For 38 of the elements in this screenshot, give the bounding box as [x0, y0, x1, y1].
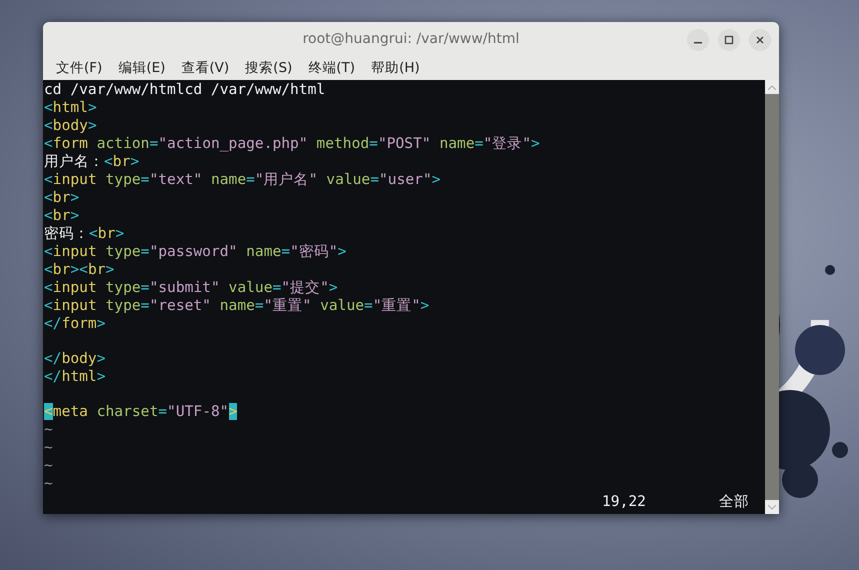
code-line: <input type="submit" value="提交"> [44, 279, 339, 297]
minimize-button[interactable] [687, 29, 709, 51]
code-line: <br> [44, 207, 80, 225]
code-line: <br><br> [44, 261, 116, 279]
code-line: <meta charset="UTF-8"> [44, 403, 238, 421]
menu-item[interactable]: 文件(F) [48, 57, 110, 79]
menu-item[interactable]: 搜索(S) [237, 57, 300, 79]
minimize-icon [694, 42, 702, 44]
empty-line-marker: ~ [44, 475, 54, 493]
code-line: 用户名：<br> [44, 153, 140, 171]
code-line: </body> [44, 350, 107, 368]
code-line: </form> [44, 315, 107, 333]
window-title: root@huangrui: /var/www/html [302, 31, 520, 47]
empty-line-marker: ~ [44, 457, 54, 475]
menu-item[interactable]: 查看(V) [173, 57, 238, 79]
code-line: <form action="action_page.php" method="POST" name="登录"> [44, 135, 541, 153]
caret-up-icon [768, 84, 776, 90]
code-line: <br> [44, 189, 80, 207]
cursor-position: 19,22 [602, 493, 646, 511]
maximize-button[interactable] [718, 29, 740, 51]
caret-down-icon [768, 504, 776, 510]
empty-line-marker: ~ [44, 439, 54, 457]
code-line: <html> [44, 99, 98, 117]
empty-line-marker: ~ [44, 421, 54, 439]
menu-item[interactable]: 帮助(H) [363, 57, 428, 79]
code-line: <input type="password" name="密码"> [44, 243, 348, 261]
code-line: </html> [44, 368, 107, 386]
menu-item[interactable]: 终端(T) [300, 57, 364, 79]
code-line: <body> [44, 117, 98, 135]
code-line: cd /var/www/htmlcd /var/www/html [44, 81, 326, 99]
code-line: 密码：<br> [44, 225, 126, 243]
code-line: <input type="text" name="用户名" value="user"> [44, 171, 442, 189]
menu-item[interactable]: 编辑(E) [110, 57, 174, 79]
close-icon [755, 35, 765, 45]
scroll-indicator: 全部 [719, 493, 749, 511]
code-line: <input type="reset" name="重置" value="重置"> [44, 297, 430, 315]
close-button[interactable] [749, 29, 771, 51]
maximize-icon [724, 35, 734, 45]
